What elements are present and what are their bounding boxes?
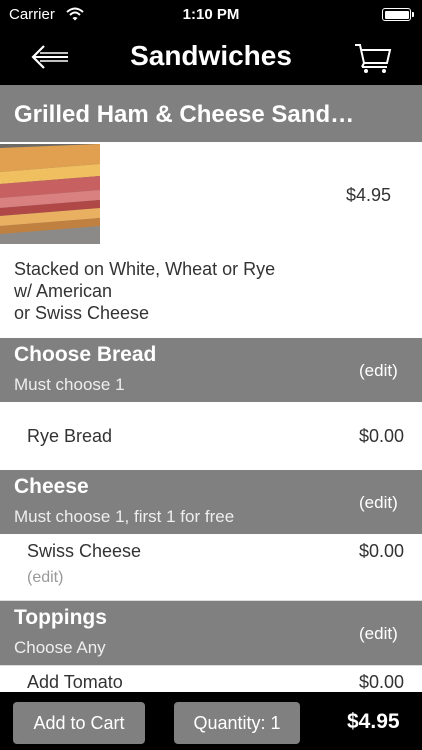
clock: 1:10 PM (182, 6, 240, 23)
nav-bar: Sandwiches (0, 30, 422, 85)
section-subtitle: Must choose 1, first 1 for free (14, 507, 235, 526)
option-label: Swiss Cheese (27, 541, 142, 561)
section-subtitle: Must choose 1 (14, 375, 125, 394)
battery-icon (382, 8, 414, 21)
status-bar: Carrier 1:10 PM (0, 0, 422, 30)
option-edit-link[interactable]: (edit) (27, 569, 63, 587)
add-to-cart-button[interactable]: Add to Cart (13, 702, 145, 744)
bottom-bar: Add to Cart Quantity: 1 $4.95 (0, 692, 422, 750)
option-price: $0.00 (359, 672, 405, 692)
option-price: $0.00 (359, 541, 405, 561)
option-row-add-tomato[interactable]: Add Tomato $0.00 (0, 666, 422, 692)
section-title: Choose Bread (14, 343, 157, 366)
option-label: Rye Bread (27, 426, 113, 446)
edit-link[interactable]: (edit) (359, 361, 398, 381)
edit-link[interactable]: (edit) (359, 493, 398, 513)
section-header-cheese[interactable]: Cheese Must choose 1, first 1 for free (… (0, 470, 422, 534)
description-line: w/ American (14, 281, 113, 301)
option-row-swiss-cheese[interactable]: Swiss Cheese $0.00 (edit) (0, 534, 422, 600)
option-row-rye-bread[interactable]: Rye Bread $0.00 (0, 402, 422, 468)
edit-link[interactable]: (edit) (359, 624, 398, 644)
section-title: Toppings (14, 606, 107, 629)
quantity-button[interactable]: Quantity: 1 (174, 702, 300, 744)
option-price: $0.00 (359, 426, 405, 446)
description-line: or Swiss Cheese (14, 303, 150, 323)
item-price: $4.95 (346, 185, 392, 205)
section-title: Cheese (14, 475, 89, 498)
total-price: $4.95 (347, 710, 400, 733)
description-line: Stacked on White, Wheat or Rye (14, 259, 276, 279)
section-header-toppings[interactable]: Toppings Choose Any (edit) (0, 601, 422, 665)
item-description: Stacked on White, Wheat or Rye w/ Americ… (14, 258, 275, 324)
option-label: Add Tomato (27, 672, 123, 692)
item-title: Grilled Ham & Cheese Sand… (0, 85, 422, 142)
cart-icon[interactable] (354, 42, 392, 74)
sandwich-photo (0, 144, 100, 244)
section-header-bread[interactable]: Choose Bread Must choose 1 (edit) (0, 338, 422, 402)
section-subtitle: Choose Any (14, 638, 106, 657)
